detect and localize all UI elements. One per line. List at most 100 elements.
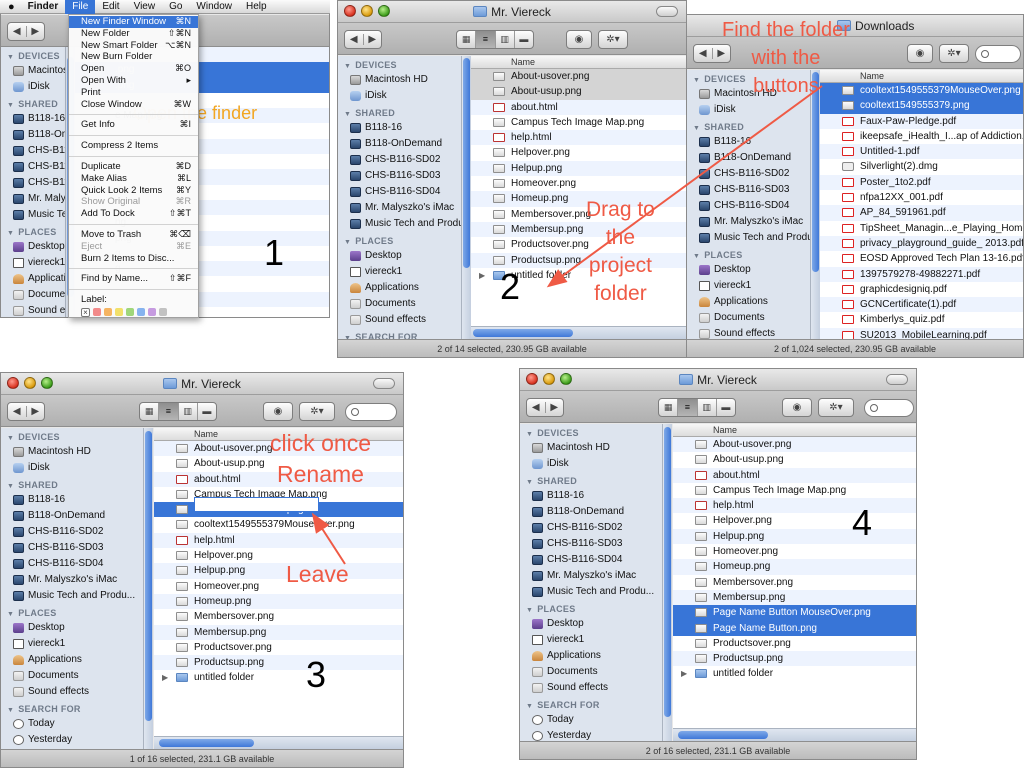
file-row[interactable]: 1397579278-49882271.pdf xyxy=(820,266,1023,282)
sidebar-item[interactable]: Applicatio xyxy=(1,271,65,287)
sidebar-item[interactable]: Macintosh HD xyxy=(338,72,461,88)
back-icon[interactable]: ◀ xyxy=(8,406,27,417)
file-row[interactable]: SU2013_MobileLearning.pdf xyxy=(820,327,1023,339)
sidebar-item[interactable]: Today xyxy=(520,712,662,728)
menu-item[interactable]: Compress 2 Items xyxy=(69,140,198,152)
menu-item[interactable]: Duplicate ⌘D xyxy=(69,161,198,173)
menu-item[interactable]: Print xyxy=(69,87,198,99)
label-color-swatch[interactable] xyxy=(148,308,156,317)
sidebar-item[interactable]: Sound effects xyxy=(338,312,461,328)
sidebar-item[interactable]: Sound effec xyxy=(1,303,65,317)
quicklook-eye-icon[interactable]: ◉ xyxy=(566,30,592,49)
menu-item[interactable]: New Finder Window ⌘N xyxy=(69,16,198,28)
sidebar-scrollbar[interactable] xyxy=(144,428,153,749)
action-gear-icon[interactable]: ✲▾ xyxy=(818,398,854,417)
sidebar-item[interactable]: viereck1 xyxy=(1,255,65,271)
disclosure-triangle-icon[interactable]: ▶ xyxy=(162,670,168,685)
sidebar-item[interactable]: Yesterday xyxy=(520,728,662,741)
file-row[interactable]: Homeover.png xyxy=(154,579,403,594)
sidebar-item[interactable]: B118-OnDe xyxy=(1,127,65,143)
horizontal-scrollbar[interactable] xyxy=(471,326,686,339)
sidebar-scrollbar[interactable] xyxy=(462,56,471,339)
menu-item[interactable]: Move to Trash ⌘⌫ xyxy=(69,229,198,241)
quicklook-eye-icon[interactable]: ◉ xyxy=(782,398,812,417)
sidebar-item[interactable]: Macintosh HD xyxy=(1,63,65,79)
sidebar-item[interactable]: CHS-B116- xyxy=(1,175,65,191)
action-gear-icon[interactable]: ✲▾ xyxy=(939,44,969,63)
sidebar-item[interactable]: Music Tech and Produ... xyxy=(338,216,461,232)
forward-icon[interactable]: ▶ xyxy=(27,406,45,417)
forward-icon[interactable]: ▶ xyxy=(546,402,564,413)
file-row[interactable]: graphicdesigniq.pdf xyxy=(820,282,1023,297)
sidebar-section-header[interactable]: PLACES xyxy=(1,604,143,620)
menu-go[interactable]: Go xyxy=(162,0,189,14)
sidebar-item[interactable]: Applications xyxy=(520,648,662,664)
label-color-swatch[interactable] xyxy=(159,308,167,317)
sidebar-item[interactable]: B118-OnDemand xyxy=(520,504,662,520)
sidebar-item[interactable]: CHS-B116- xyxy=(1,143,65,159)
column-header-name[interactable]: Name xyxy=(673,424,916,437)
column-view-icon[interactable]: ▥ xyxy=(698,399,717,416)
sidebar-item[interactable]: iDisk xyxy=(520,456,662,472)
label-color-swatch[interactable] xyxy=(115,308,123,317)
file-row[interactable]: About-usup.png xyxy=(673,452,916,467)
sidebar-item[interactable]: viereck1 xyxy=(338,264,461,280)
sidebar-item[interactable]: CHS-B116-SD03 xyxy=(338,168,461,184)
label-color-swatch[interactable] xyxy=(126,308,134,317)
menu-item[interactable]: Get Info ⌘I xyxy=(69,119,198,131)
back-icon[interactable]: ◀ xyxy=(8,26,27,37)
sidebar-section-header[interactable]: SEARCH FOR xyxy=(1,700,143,716)
menu-item[interactable]: Find by Name... ⇧⌘F xyxy=(69,273,198,285)
menu-view[interactable]: View xyxy=(127,0,163,14)
sidebar-item[interactable]: CHS-B116-SD02 xyxy=(520,520,662,536)
file-row[interactable]: Helpover.png xyxy=(154,548,403,563)
coverflow-view-icon[interactable]: ▬ xyxy=(198,403,216,420)
file-row[interactable]: ▶ untitled folder xyxy=(154,670,403,685)
file-row[interactable]: GCNCertificate(1).pdf xyxy=(820,297,1023,313)
file-row[interactable]: Page Name Button.png xyxy=(673,620,916,636)
file-row[interactable]: Helpover.png xyxy=(673,513,916,528)
sidebar-item[interactable]: CHS-B116-SD04 xyxy=(1,556,143,572)
sidebar-item[interactable]: iDisk xyxy=(338,88,461,104)
quicklook-eye-icon[interactable]: ◉ xyxy=(263,402,293,421)
sidebar-item[interactable]: B118-16 xyxy=(1,492,143,508)
menu-item[interactable]: Open With ▸ xyxy=(69,75,198,87)
file-row[interactable]: Homeup.png xyxy=(673,559,916,575)
sidebar-item[interactable]: Sound effects xyxy=(1,684,143,700)
sidebar-item[interactable]: Yesterday xyxy=(1,732,143,748)
sidebar-item[interactable]: Documents xyxy=(1,668,143,684)
file-row[interactable]: Homeover.png xyxy=(673,544,916,559)
sidebar-item[interactable]: Music Tech and Produ... xyxy=(520,584,662,600)
file-row[interactable]: About-usover.png xyxy=(673,437,916,453)
search-input[interactable] xyxy=(975,45,1021,63)
file-row[interactable]: ▶ untitled folder xyxy=(673,666,916,681)
icon-view-icon[interactable]: ▦ xyxy=(140,403,160,420)
file-row[interactable]: Faux-Paw-Pledge.pdf xyxy=(820,113,1023,129)
sidebar-section-header[interactable]: DEVICES xyxy=(338,56,461,72)
column-view-icon[interactable]: ▥ xyxy=(179,403,198,420)
sidebar-section-header[interactable]: SHARED xyxy=(1,476,143,492)
search-input[interactable] xyxy=(864,399,914,417)
action-gear-icon[interactable]: ✲▾ xyxy=(299,402,335,421)
sidebar-item[interactable]: Music Tech xyxy=(1,207,65,223)
sidebar-item[interactable]: Desktop xyxy=(520,616,662,632)
action-gear-icon[interactable]: ✲▾ xyxy=(598,30,628,49)
sidebar-item[interactable]: CHS-B116-SD03 xyxy=(1,540,143,556)
nav-buttons[interactable]: ◀ ▶ xyxy=(344,30,382,49)
sidebar-item[interactable]: iDisk xyxy=(1,79,65,95)
toolbar-toggle-button[interactable] xyxy=(373,378,395,389)
nav-buttons[interactable]: ◀ ▶ xyxy=(526,398,564,417)
file-row[interactable]: Helpup.png xyxy=(154,563,403,579)
sidebar-item[interactable]: Mr. Malyszko's iMac xyxy=(338,200,461,216)
file-row[interactable]: cooltext1549555379.png xyxy=(820,98,1023,114)
apple-icon[interactable]: ● xyxy=(0,0,21,14)
sidebar-section-header[interactable]: PLACES xyxy=(520,600,662,616)
menu-edit[interactable]: Edit xyxy=(95,0,126,14)
menu-item[interactable]: Burn 2 Items to Disc... xyxy=(69,253,198,265)
forward-icon[interactable]: ▶ xyxy=(364,34,382,45)
sidebar-item[interactable]: Documents xyxy=(338,296,461,312)
file-row[interactable]: Productsover.png xyxy=(673,636,916,651)
sidebar-item[interactable]: B118-OnDemand xyxy=(1,508,143,524)
sidebar-item[interactable]: iDisk xyxy=(1,460,143,476)
disclosure-triangle-icon[interactable]: ▶ xyxy=(681,666,687,681)
